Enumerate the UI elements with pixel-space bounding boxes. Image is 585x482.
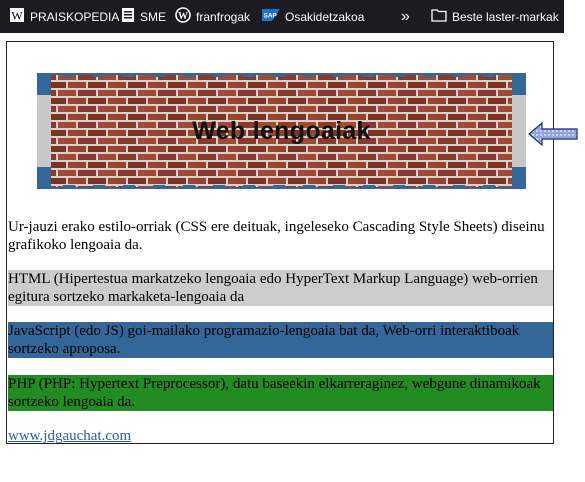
bookmark-label: Beste laster-markak [452,9,559,24]
wordpress-icon: W [175,7,191,26]
bookmark-label: franfrogak [196,9,251,24]
document-icon [121,7,135,26]
php-paragraph: PHP (PHP: Hypertext Preprocessor), datu … [8,375,553,411]
bookmark-label: Osakidetzakoa [285,9,365,24]
bookmark-label: SME [140,9,167,24]
bookmark-osakidetzakoa[interactable]: SAP Osakidetzakoa [262,0,364,33]
bookmark-label: PRAISKOPEDIA [30,9,120,24]
wiki-w-icon: W [9,7,25,26]
bookmark-praiskopedia[interactable]: W PRAISKOPEDIA [9,0,119,33]
bookmark-franfrogak[interactable]: W franfrogak [175,0,250,33]
other-bookmarks-folder[interactable]: Beste laster-markak [431,0,559,33]
html-paragraph: HTML (Hipertestua markatzeko lengoaia ed… [8,270,553,306]
header-banner: Web lengoaiak [37,73,526,189]
javascript-paragraph: JavaScript (edo JS) goi-mailako programa… [8,322,553,358]
bookmark-sme[interactable]: SME [121,0,166,33]
svg-text:SAP: SAP [264,13,278,20]
page-container: Web lengoaiak Ur-jauzi erako estilo-orri… [6,41,554,444]
svg-text:W: W [178,11,188,22]
css-paragraph: Ur-jauzi erako estilo-orriak (CSS ere de… [8,219,545,253]
left-arrow-icon [528,122,578,146]
scrollbar-gutter [564,0,585,482]
svg-text:W: W [11,9,23,23]
jdgauchat-link[interactable]: www.jdgauchat.com [8,427,553,445]
page-title: Web lengoaiak [192,116,371,145]
bookmarks-toolbar: W PRAISKOPEDIA SME W franfrogak SAP Osak… [0,0,564,33]
bookmarks-overflow-button[interactable]: » [401,0,410,33]
folder-icon [431,8,447,25]
sap-logo-icon: SAP [262,9,280,24]
chevron-double-right-icon: » [401,7,410,25]
